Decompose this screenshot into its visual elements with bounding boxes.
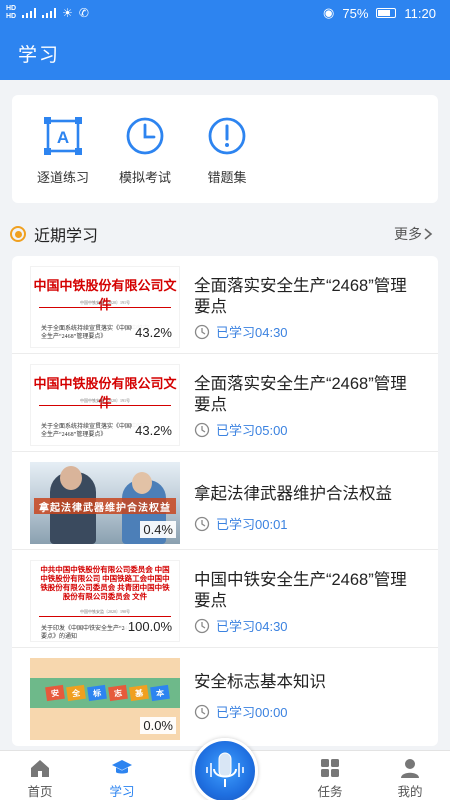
thumb-chip: 本 [150,684,170,702]
item-time-text: 已学习04:30 [216,325,288,340]
nav-study-label: 学习 [109,785,135,799]
grid-icon [321,759,339,777]
document-thumbnail: 中国中铁股份有限公司文件 中国中铁安监〔2020〕191号 关于全面系统持续宣贯… [30,266,180,348]
item-time: 已学习00:01 [194,514,288,533]
nav-tasks-label: 任务 [317,785,343,799]
thumb-rule [39,307,171,308]
tools-card: A 逐道练习 模拟考试 错题集 [12,95,438,203]
thumb-header: 中共中国中铁股份有限公司委员会 中国中铁股份有限公司 中国铁路工会中国中铁股份有… [40,565,170,601]
item-title: 拿起法律武器维护合法权益 [194,485,392,503]
battery-icon [376,8,397,18]
thumb-chip: 志 [108,684,128,702]
clock-icon [126,117,164,155]
nav-tasks[interactable]: 任务 [300,757,360,800]
progress-badge: 0.0% [140,717,176,734]
signal-icon [22,8,37,18]
item-time-text: 已学习05:00 [216,423,288,438]
more-link[interactable]: 更多 [394,224,434,244]
thumb-rule [39,405,171,406]
status-bar: HD HD ☀ ✆ ◉ 75% 11:20 [0,0,450,26]
thumb-chips: 安 全 标 志 基 本 [45,684,170,702]
item-time: 已学习00:00 [194,702,288,721]
document-thumbnail: 中国中铁股份有限公司文件 中国中铁安监〔2020〕191号 关于全面系统持续宣贯… [30,364,180,446]
recent-item[interactable]: 安 全 标 志 基 本 0.0% 安全标志基本知识 已学习00:00 [12,648,438,746]
status-left: HD HD ☀ ✆ [6,5,89,21]
thumb-banner: 拿起法律武器维护合法权益 [34,498,176,514]
tool-wrong-answers-label: 错题集 [207,170,247,185]
item-time: 已学习05:00 [194,420,288,439]
nav-mine-label: 我的 [397,785,423,799]
item-title: 全面落实安全生产“2468”管理要点 [194,277,407,316]
recent-title-text: 近期学习 [34,228,99,245]
item-title: 全面落实安全生产“2468”管理要点 [194,375,407,414]
tool-practice-label: 逐道练习 [36,170,89,185]
sun-icon: ☀ [62,6,73,20]
timer-icon [194,422,210,437]
graduation-cap-icon [112,760,132,774]
more-label: 更多 [394,226,422,242]
tool-practice[interactable]: A 逐道练习 [22,95,104,203]
chevron-right-icon [424,228,433,240]
recent-item[interactable]: 中共中国中铁股份有限公司委员会 中国中铁股份有限公司 中国铁路工会中国中铁股份有… [12,550,438,648]
hd-indicator: HD HD [6,5,17,20]
clock-time: 11:20 [404,5,436,21]
thumb-rule [39,616,171,617]
item-time-text: 已学习04:30 [216,619,288,634]
timer-icon [194,704,210,719]
nav-mine[interactable]: 我的 [380,757,440,800]
page-title: 学习 [18,44,61,66]
microphone-icon [206,752,244,787]
practice-icon: A [44,117,82,155]
section-dot-icon [10,226,26,242]
status-right: ◉ 75% 11:20 [323,5,436,21]
progress-badge: 100.0% [124,618,175,635]
sign-thumbnail: 安 全 标 志 基 本 0.0% [30,658,180,740]
tool-mock-exam[interactable]: 模拟考试 [104,95,186,203]
timer-icon [194,516,210,531]
call-icon: ✆ [78,6,89,20]
thumb-chip: 基 [129,684,149,702]
item-time: 已学习04:30 [194,616,288,635]
recent-item[interactable]: 中国中铁股份有限公司文件 中国中铁安监〔2020〕191号 关于全面系统持续宣贯… [12,354,438,452]
document-thumbnail: 中共中国中铁股份有限公司委员会 中国中铁股份有限公司 中国铁路工会中国中铁股份有… [30,560,180,642]
signal-icon-2 [42,8,57,18]
timer-icon [194,324,210,339]
alert-icon [208,117,246,155]
voice-button[interactable] [192,738,258,800]
nav-study[interactable]: 学习 [92,757,152,800]
eye-icon: ◉ [323,5,335,20]
thumb-chip: 安 [45,684,65,702]
recent-list: 中国中铁股份有限公司文件 中国中铁安监〔2020〕191号 关于全面系统持续宣贯… [12,256,438,746]
tool-mock-exam-label: 模拟考试 [118,170,171,185]
recent-title: 近期学习 [10,222,98,246]
progress-badge: 43.2% [132,324,175,341]
app-bar: 学习 [0,26,450,80]
thumb-number: 中国中铁安监〔2020〕191号 [80,398,130,403]
timer-icon [194,618,210,633]
svg-text:A: A [57,128,69,147]
thumb-chip: 全 [66,684,86,702]
item-time-text: 已学习00:01 [216,517,288,532]
home-icon [31,760,49,777]
item-title: 安全标志基本知识 [194,673,326,691]
progress-badge: 43.2% [132,422,175,439]
battery-percent: 75% [342,5,369,21]
photo-thumbnail: 拿起法律武器维护合法权益 0.4% [30,462,180,544]
item-title: 中国中铁安全生产“2468”管理要点 [194,571,407,610]
item-time-text: 已学习00:00 [216,705,288,720]
person-icon [401,759,419,778]
thumb-number: 中国中铁安监〔2020〕190号 [80,609,130,614]
nav-home-label: 首页 [27,785,53,799]
progress-badge: 0.4% [140,521,176,538]
recent-section-header: 近期学习 更多 [0,220,450,248]
recent-item[interactable]: 拿起法律武器维护合法权益 0.4% 拿起法律武器维护合法权益 已学习00:01 [12,452,438,550]
thumb-number: 中国中铁安监〔2020〕191号 [80,300,130,305]
recent-item[interactable]: 中国中铁股份有限公司文件 中国中铁安监〔2020〕191号 关于全面系统持续宣贯… [12,256,438,354]
item-time: 已学习04:30 [194,322,288,341]
tool-wrong-answers[interactable]: 错题集 [186,95,268,203]
nav-home[interactable]: 首页 [10,757,70,800]
thumb-chip: 标 [87,684,107,702]
